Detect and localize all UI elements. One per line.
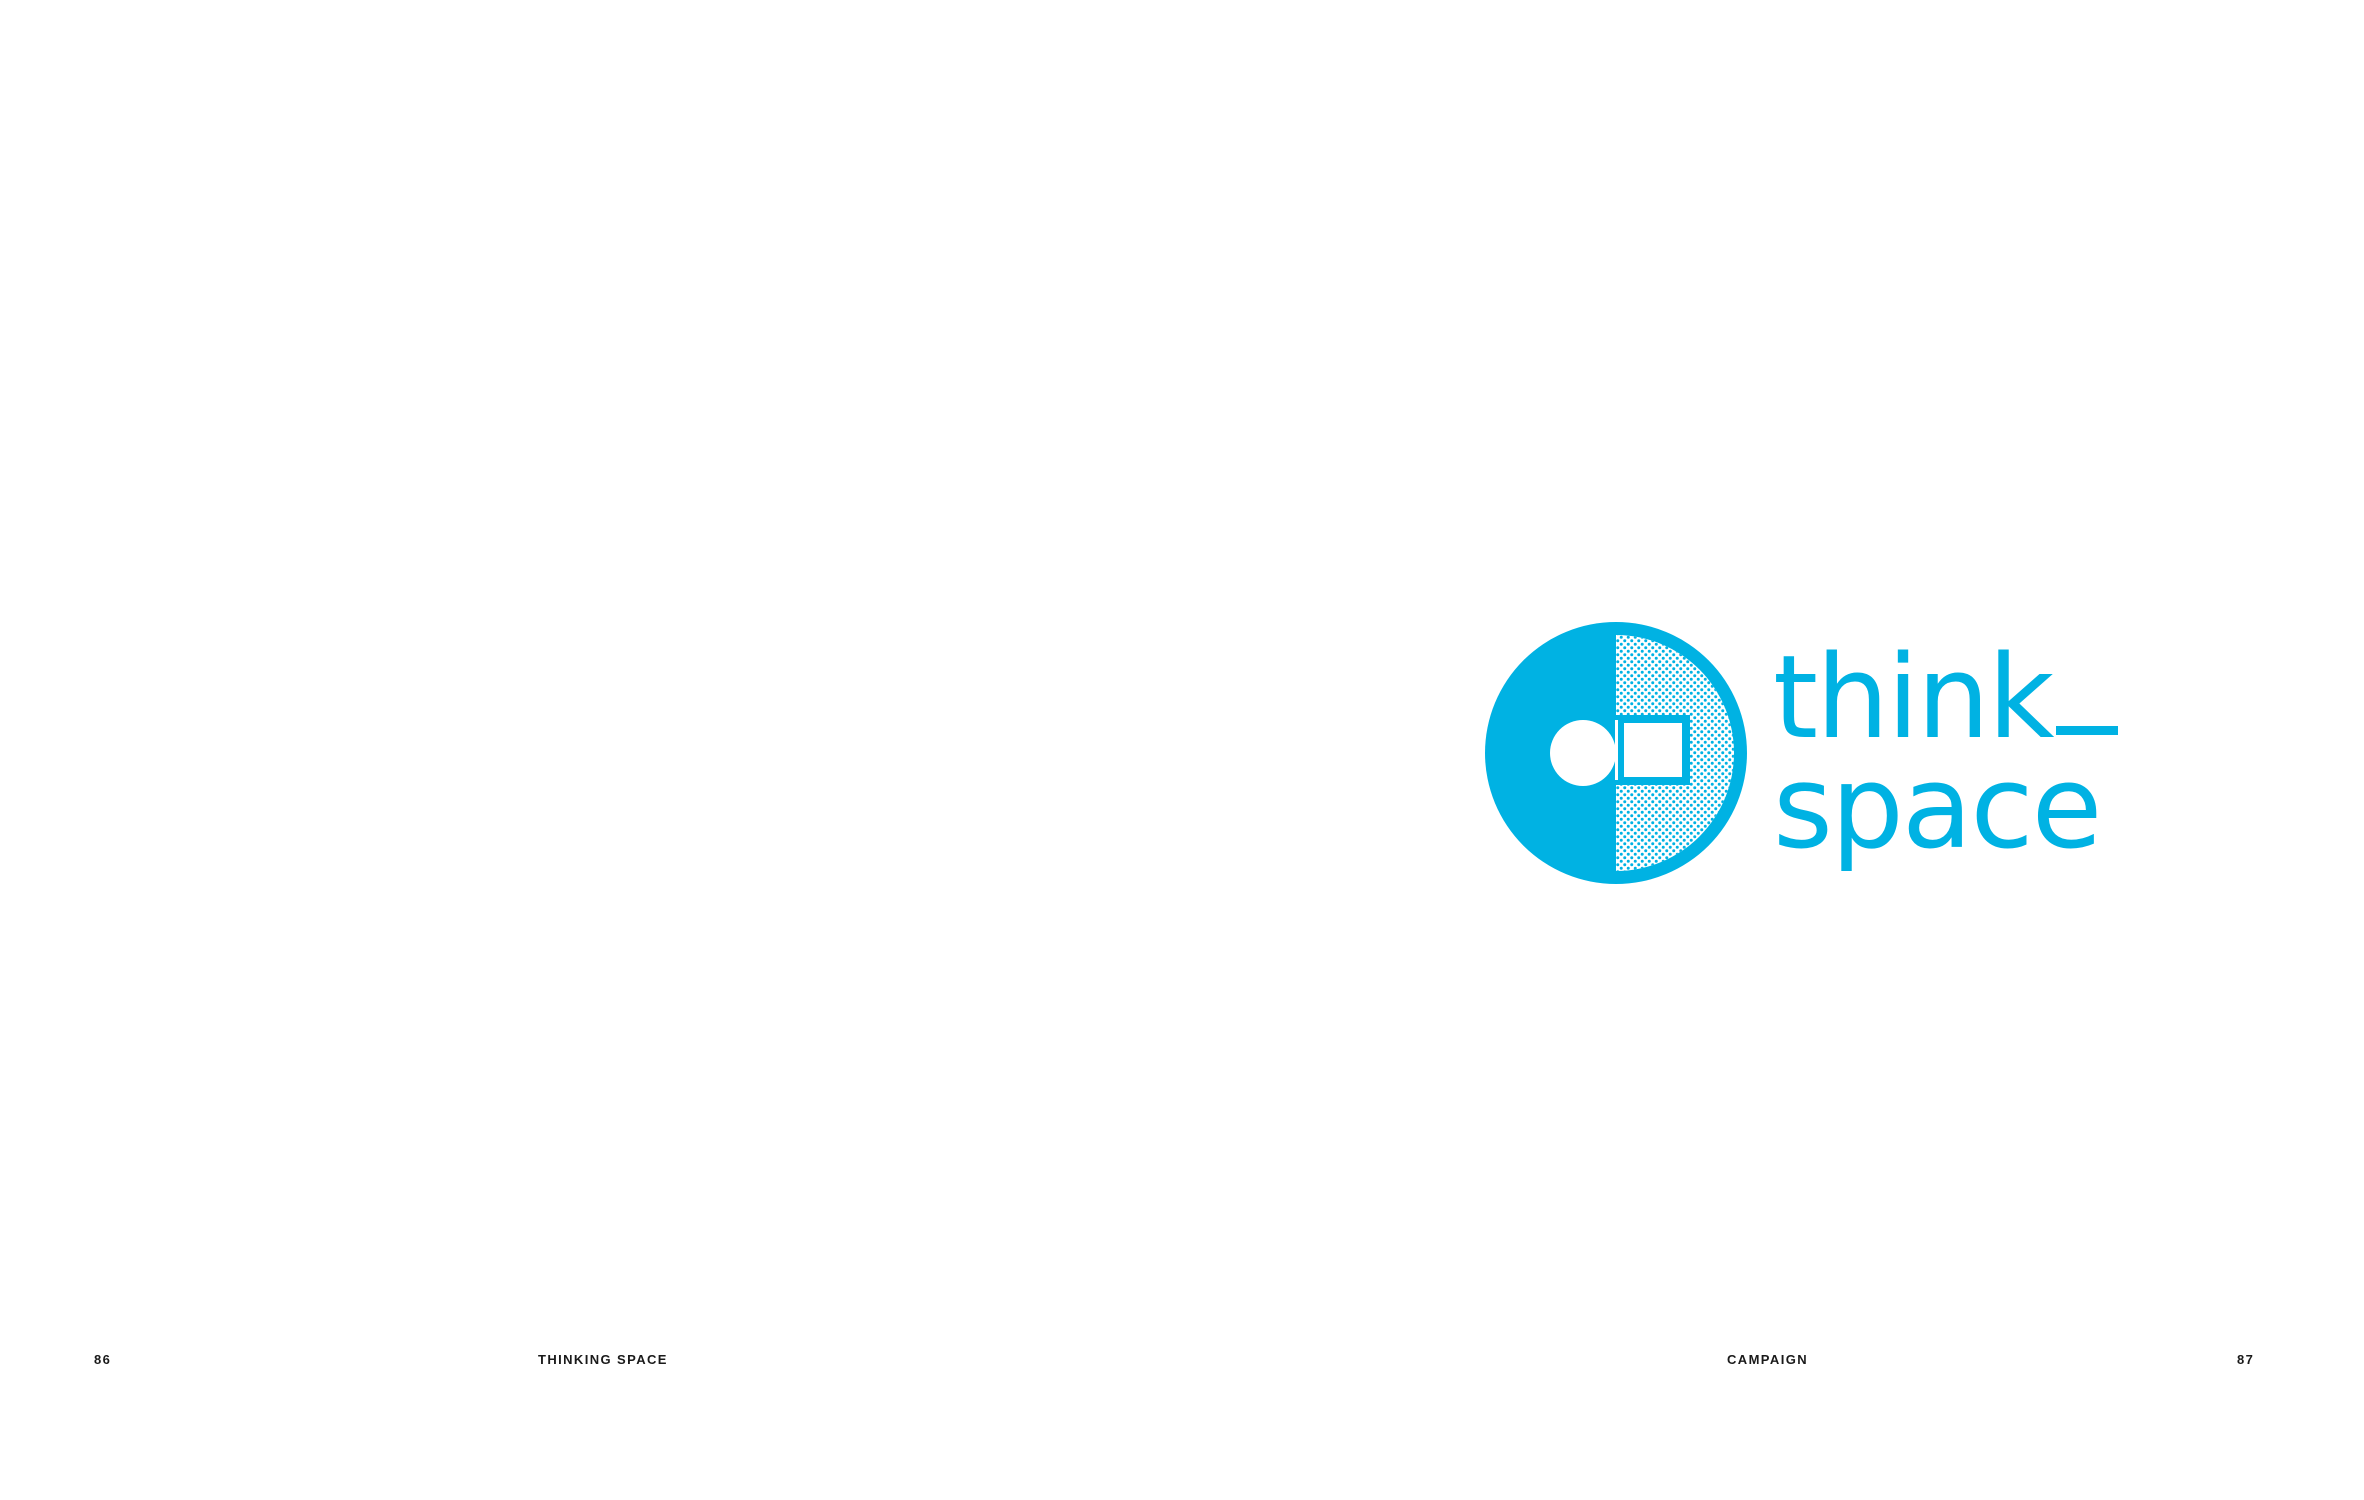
left-running-head: THINKING SPACE: [538, 1352, 668, 1367]
right-running-head: CAMPAIGN: [1727, 1352, 1809, 1367]
wordmark-space: space: [1773, 741, 2102, 875]
think-space-circle-mark-icon: [1485, 622, 1747, 884]
book-spread: think space 86 THINKING SPACE CAMPAIGN 8…: [0, 0, 2364, 1500]
wordmark-underscore: [2056, 726, 2119, 735]
left-page-number: 86: [94, 1352, 112, 1367]
think-space-wordmark: think space: [1773, 618, 2119, 888]
right-page-number: 87: [2237, 1352, 2255, 1367]
think-space-logo: think space: [1483, 618, 2119, 888]
left-page: [0, 0, 1182, 1500]
